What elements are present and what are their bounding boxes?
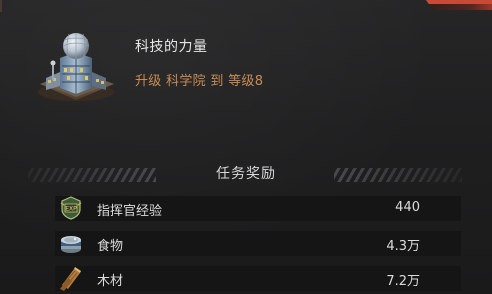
- rewards-section-title: 任务奖励: [216, 166, 276, 182]
- food-can-icon: [61, 236, 81, 253]
- reward-value: 7.2万: [386, 274, 420, 289]
- reward-value: 440: [395, 200, 420, 215]
- reward-label: 木材: [97, 274, 124, 289]
- reward-row-commander-exp: EXP 指挥官经验 440: [55, 196, 461, 221]
- reward-value: 4.3万: [386, 239, 420, 254]
- quest-detail-panel: 科技的力量 升级 科学院 到 等级8 任务奖励 EXP 指挥官经验 440 食物…: [0, 0, 492, 294]
- corner-decoration-left: [0, 0, 2, 12]
- quest-description: 升级 科学院 到 等级8: [135, 74, 264, 89]
- wood-icon: [60, 267, 81, 291]
- reward-row-wood: 木材 7.2万: [55, 266, 461, 291]
- svg-text:EXP: EXP: [65, 206, 77, 213]
- commander-exp-icon: EXP: [60, 196, 82, 220]
- reward-label: 指挥官经验: [97, 204, 163, 219]
- reward-label: 食物: [97, 239, 124, 254]
- quest-title: 科技的力量: [135, 39, 208, 55]
- academy-building-icon: [38, 33, 114, 101]
- reward-row-food: 食物 4.3万: [55, 231, 461, 256]
- corner-accent-line: [426, 0, 492, 4]
